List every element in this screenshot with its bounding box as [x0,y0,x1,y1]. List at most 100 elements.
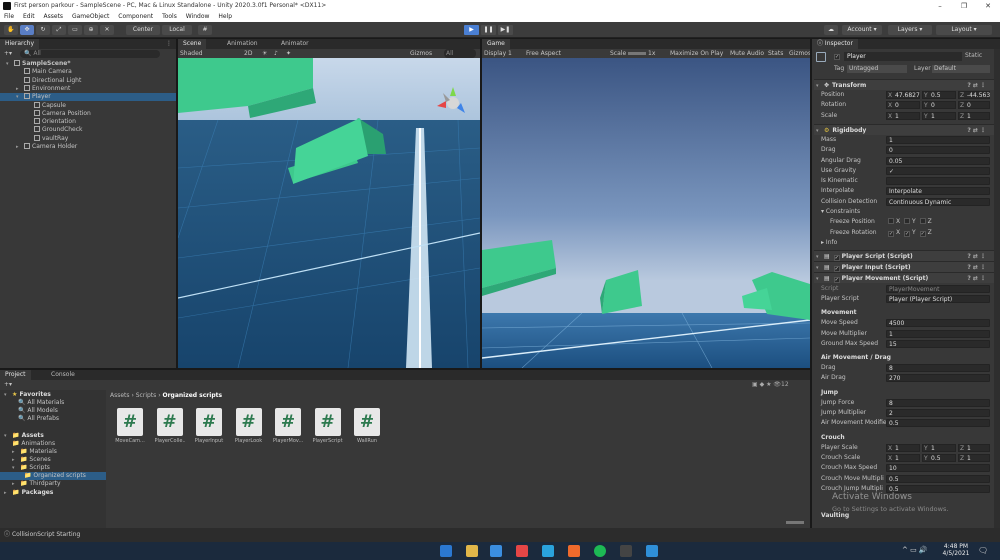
start-icon[interactable] [440,545,452,557]
value-field[interactable]: 4500 [886,319,990,328]
freeze-axis-checkbox[interactable]: ✓ [919,230,926,237]
tab-animation[interactable]: Animation [222,39,263,49]
tab-animator[interactable]: Animator [276,39,314,49]
folder-organized-scripts[interactable]: 📁 Organized scripts [0,472,106,480]
x-field[interactable]: X 47.6827 [886,91,920,99]
hierarchy-item[interactable]: GroundCheck [0,126,176,134]
expand-arrow-icon[interactable]: ▸ [16,85,24,93]
freeze-axis-checkbox[interactable] [888,218,894,225]
menu-component[interactable]: Component [118,13,153,20]
grid-snap-icon[interactable]: # [198,25,212,35]
script-component-header[interactable]: ▾ ▤ ✓ Player Movement (Script)? ⇄ ⋮ [814,271,994,284]
display-dropdown[interactable]: Display 1 [484,49,512,58]
layer-dropdown[interactable]: Default [932,65,990,73]
static-toggle[interactable]: Static [965,52,982,59]
info-foldout[interactable]: ▸ Info [814,238,994,248]
hierarchy-search-input[interactable]: 🔍 All [19,50,160,58]
mute-audio-toggle[interactable]: Mute Audio [730,49,764,58]
hierarchy-menu-icon[interactable]: ⋮ [166,39,172,49]
value-field[interactable]: 10 [886,464,990,473]
script-asset[interactable]: # PlayerInput [194,408,224,444]
y-field[interactable]: Y 0.5 [922,91,956,99]
unity-taskbar-icon[interactable] [620,545,632,557]
pause-button[interactable]: ❚❚ [481,25,496,35]
scale-tool-icon[interactable]: ⤢ [52,25,66,35]
expand-arrow-icon[interactable]: ▾ [16,93,24,101]
menu-window[interactable]: Window [186,13,210,20]
shading-dropdown[interactable]: Shaded [180,49,203,58]
game-view[interactable]: Game Display 1 Free Aspect Scale 1x Maxi… [482,39,810,368]
create-plus-icon[interactable]: +▾ [4,50,12,57]
x-field[interactable]: X1 [886,443,920,452]
play-button[interactable]: ▶ [464,25,479,35]
project-create-icon[interactable]: +▾ [4,381,12,389]
lighting-icon[interactable]: ☀ [262,49,267,58]
hierarchy-item[interactable]: Directional Light [0,76,176,85]
script-component-header[interactable]: ▾ ▤ ✓ Player Script (Script)? ⇄ ⋮ [814,249,994,261]
y-field[interactable]: Y 0.5 [922,453,956,462]
game-gizmos-toggle[interactable]: Gizmos [789,49,810,58]
breadcrumb-assets[interactable]: Assets [110,392,130,399]
tray-icons[interactable]: ^ ▭ 🔊 [902,546,928,554]
transform-tool-icon[interactable]: ⊕ [84,25,98,35]
minimize-button[interactable]: – [928,0,952,12]
tag-dropdown[interactable]: Untagged [847,65,907,73]
inspector-scrollbar[interactable] [994,49,1000,528]
brave-icon[interactable] [568,545,580,557]
maximize-on-play-toggle[interactable]: Maximize On Play [670,49,723,58]
status-message[interactable]: CollisionScript Starting [12,531,80,538]
value-field[interactable]: Continuous Dynamic [886,197,990,206]
value-field[interactable] [886,177,990,186]
breadcrumb-scripts[interactable]: Scripts [136,392,157,399]
hierarchy-item[interactable]: ▾ SampleScene* [0,60,176,68]
expand-arrow-icon[interactable]: ▸ [16,143,24,151]
project-view-options[interactable]: ▣ ◆ ★ 👁12 [752,381,789,389]
rigidbody-header[interactable]: ▾ ⚙ Rigidbody? ⇄ ⋮ [814,123,994,135]
transform-header[interactable]: ▾ ✥ Transform? ⇄ ⋮ [814,79,994,90]
constraints-foldout[interactable]: ▾ Constraints [814,207,994,217]
value-field[interactable]: 0 [886,146,990,155]
freeze-axis-checkbox[interactable] [904,218,911,225]
gizmos-dropdown[interactable]: Gizmos [410,49,432,58]
x-field[interactable]: X1 [886,453,920,462]
script-asset[interactable]: # PlayerScript [313,408,343,444]
script-asset[interactable]: # PlayerMov... [273,408,303,444]
y-field[interactable]: Y0 [922,101,956,110]
vscode-icon[interactable] [646,545,658,557]
tab-project[interactable]: Project [0,370,31,380]
component-enabled-checkbox[interactable]: ✓ [833,276,840,283]
value-field[interactable]: 8 [886,364,990,373]
script-asset[interactable]: # PlayerLook [234,408,264,444]
script-component-header[interactable]: ▾ ▤ ✓ Player Input (Script)? ⇄ ⋮ [814,260,994,272]
value-field[interactable]: ✓ [886,166,990,175]
z-field[interactable]: Z1 [958,453,990,462]
menu-edit[interactable]: Edit [23,13,35,20]
file-explorer-icon[interactable] [466,545,478,557]
script-asset[interactable]: # PlayerColle... [155,408,185,444]
custom-tool-icon[interactable]: ✕ [100,25,114,35]
component-menu-icon[interactable]: ? ⇄ ⋮ [967,273,986,284]
hand-tool-icon[interactable]: ✋ [4,25,18,35]
notification-icon[interactable]: 🗨 [978,546,988,555]
value-field[interactable]: 1 [886,135,990,144]
hierarchy-item[interactable]: ▸ Environment [0,84,176,93]
breadcrumb-organized[interactable]: Organized scripts [163,392,223,399]
maximize-button[interactable]: ❐ [952,0,976,12]
move-tool-icon[interactable]: ✥ [20,25,34,35]
spotify-icon[interactable] [594,545,606,557]
hierarchy-item[interactable]: Camera Position [0,109,176,118]
z-field[interactable]: Z -44.563 [958,91,990,99]
step-button[interactable]: ▶❚ [498,25,513,35]
cloud-icon[interactable]: ☁ [824,25,838,35]
value-field[interactable]: 2 [886,409,990,417]
tab-scene[interactable]: Scene [178,39,207,49]
tab-console[interactable]: Console [46,370,80,380]
audio-icon[interactable]: ♪ [274,49,278,58]
gameobject-active-checkbox[interactable]: ✓ [834,54,840,60]
pivot-center-toggle[interactable]: Center [126,25,160,35]
expand-arrow-icon[interactable]: ▾ [6,60,14,68]
aspect-dropdown[interactable]: Free Aspect [526,49,561,58]
scale-slider[interactable] [628,52,646,55]
tab-game[interactable]: Game [482,39,510,49]
z-field[interactable]: Z1 [958,111,990,120]
